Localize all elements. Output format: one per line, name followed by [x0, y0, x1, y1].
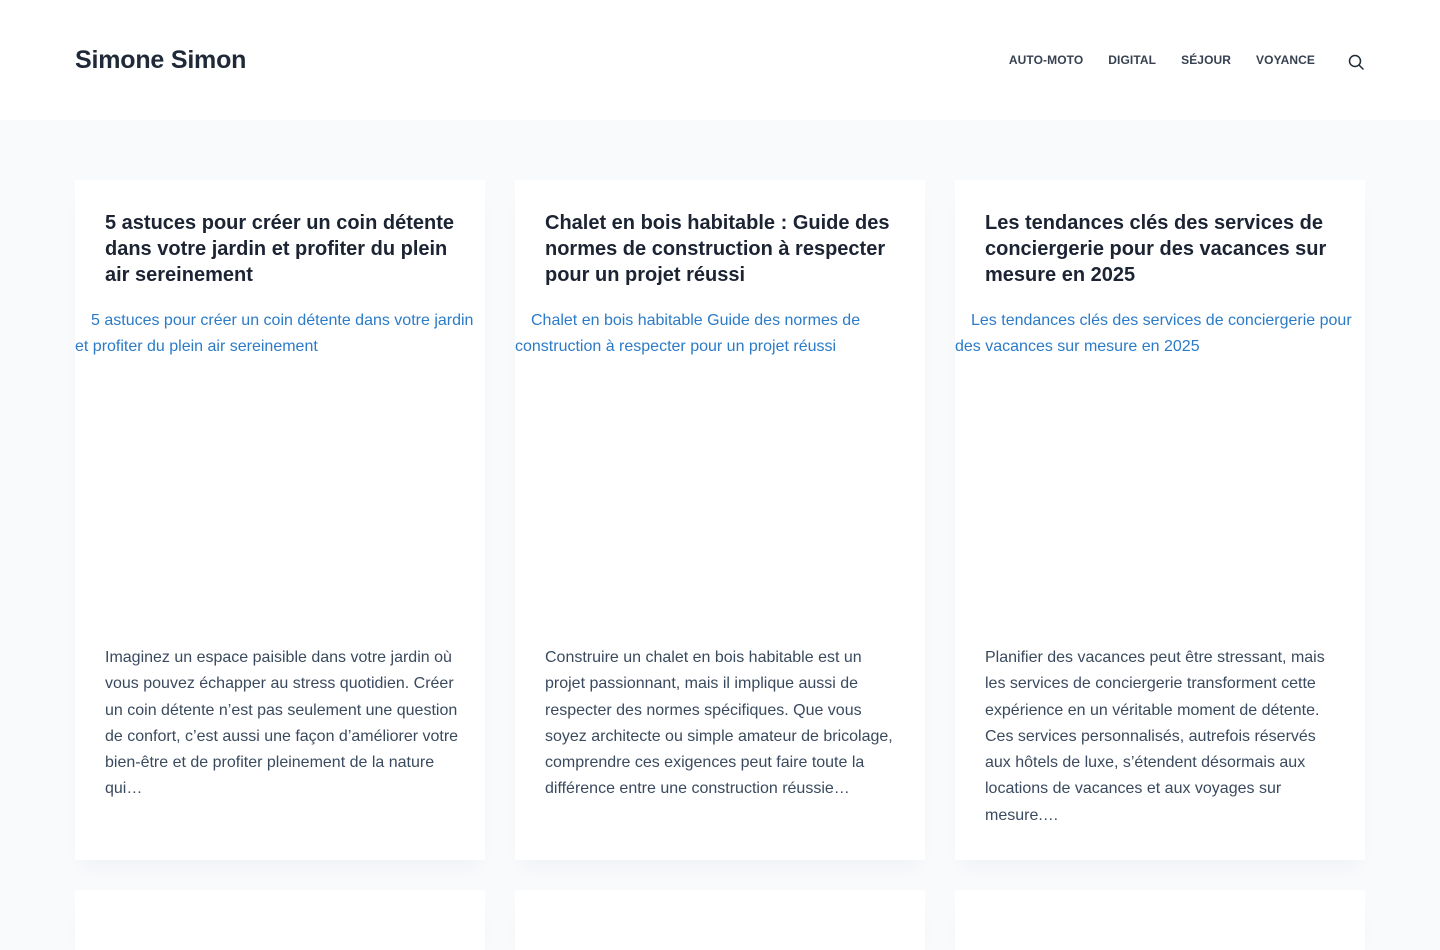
post-image[interactable]: Chalet en bois habitable Guide des norme…	[515, 308, 925, 618]
post-card: Les tendances clés des services de conci…	[955, 180, 1365, 860]
post-card-next	[955, 890, 1365, 950]
post-excerpt: Construire un chalet en bois habitable e…	[545, 649, 893, 798]
broken-image-icon	[955, 311, 971, 327]
broken-image-icon	[515, 311, 531, 327]
search-button[interactable]	[1347, 53, 1365, 71]
nav-item-auto-moto[interactable]: AUTO-MOTO	[1009, 53, 1083, 67]
post-image-alt: Les tendances clés des services de conci…	[955, 312, 1352, 355]
post-card: Chalet en bois habitable : Guide des nor…	[515, 180, 925, 860]
post-excerpt: Planifier des vacances peut être stressa…	[985, 649, 1325, 824]
site-header: Simone Simon AUTO-MOTO DIGITAL SÉJOUR VO…	[0, 0, 1440, 120]
post-excerpt: Imaginez un espace paisible dans votre j…	[105, 649, 459, 798]
nav-item-sejour[interactable]: SÉJOUR	[1181, 53, 1231, 67]
broken-image-icon	[75, 311, 91, 327]
site-title[interactable]: Simone Simon	[75, 46, 246, 75]
post-image[interactable]: Les tendances clés des services de conci…	[955, 308, 1365, 618]
post-card-next	[515, 890, 925, 950]
post-image[interactable]: 5 astuces pour créer un coin détente dan…	[75, 308, 485, 618]
post-title[interactable]: 5 astuces pour créer un coin détente dan…	[105, 210, 465, 288]
main-nav: AUTO-MOTO DIGITAL SÉJOUR VOYANCE	[984, 51, 1365, 71]
post-title[interactable]: Chalet en bois habitable : Guide des nor…	[545, 210, 905, 288]
post-image-alt: 5 astuces pour créer un coin détente dan…	[75, 312, 474, 355]
search-icon	[1348, 54, 1364, 70]
posts-grid: 5 astuces pour créer un coin détente dan…	[75, 180, 1365, 950]
nav-item-voyance[interactable]: VOYANCE	[1256, 53, 1315, 67]
post-card: 5 astuces pour créer un coin détente dan…	[75, 180, 485, 860]
nav-item-digital[interactable]: DIGITAL	[1108, 53, 1156, 67]
post-card-next	[75, 890, 485, 950]
post-image-alt: Chalet en bois habitable Guide des norme…	[515, 312, 861, 355]
post-title[interactable]: Les tendances clés des services de conci…	[985, 210, 1345, 288]
